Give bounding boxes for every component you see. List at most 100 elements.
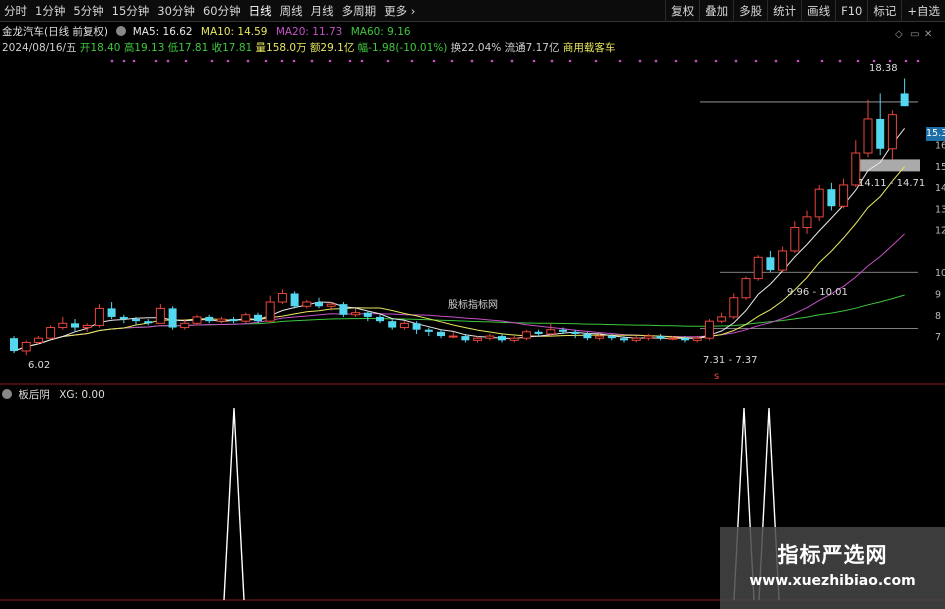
event-marker-dot: [774, 59, 778, 63]
indicator-value: XG: 0.00: [59, 389, 105, 401]
candle-body: [546, 329, 556, 335]
candle-body: [46, 327, 56, 339]
price-axis-label: 13: [935, 204, 945, 215]
candle-body: [448, 335, 458, 338]
event-marker-dot: [638, 59, 642, 63]
candle-body: [168, 308, 177, 328]
high-label: 18.38: [869, 63, 898, 74]
candle-body: [681, 338, 689, 341]
candle-body: [753, 256, 763, 280]
low-label: 6.02: [28, 360, 51, 371]
range-high-label: 14.11 - 14.71: [858, 178, 926, 189]
candle-body: [21, 341, 31, 352]
candle-body: [778, 250, 788, 271]
event-marker-dot: [694, 59, 698, 63]
candle-body: [388, 321, 397, 328]
signal-spike: [223, 407, 245, 601]
candle-body: [376, 316, 384, 322]
candle-body: [607, 336, 616, 339]
event-marker-dot: [734, 59, 738, 63]
candle-body: [229, 319, 238, 322]
candle-body: [887, 114, 897, 150]
event-marker-dot: [210, 59, 214, 63]
event-marker-dot: [490, 59, 494, 63]
candle-body: [704, 320, 714, 339]
candle-body: [643, 335, 653, 339]
event-marker-dot: [820, 59, 824, 63]
event-marker-dot: [856, 59, 860, 63]
event-marker-dot: [872, 59, 876, 63]
event-marker-dot: [916, 59, 920, 63]
candle-body: [656, 336, 665, 339]
event-marker-dot: [674, 59, 678, 63]
candle-body: [205, 316, 214, 322]
event-marker-dot: [122, 59, 126, 63]
event-marker-dot: [154, 59, 158, 63]
candle-body: [265, 301, 275, 322]
event-marker-dot: [166, 59, 170, 63]
candle-body: [766, 257, 775, 271]
candle-body: [717, 316, 727, 322]
candle-body: [876, 118, 885, 149]
candle-body: [498, 336, 506, 341]
candle-body: [559, 329, 567, 332]
price-axis-label: 10: [935, 268, 945, 279]
candle-body: [290, 293, 299, 307]
event-marker-dot: [754, 59, 758, 63]
event-marker-dot: [264, 59, 268, 63]
event-marker-dot: [184, 59, 188, 63]
candle-body: [412, 323, 421, 330]
candle-body: [326, 303, 336, 307]
event-marker-dot: [280, 59, 284, 63]
candle-body: [595, 335, 605, 339]
indicator-title: 板后阴 XG: 0.00: [2, 388, 105, 402]
candle-body: [583, 333, 592, 339]
event-marker-dot: [568, 59, 572, 63]
candle-body: [277, 293, 287, 303]
event-marker-dot: [532, 59, 536, 63]
candle-body: [509, 337, 519, 341]
event-marker-dot: [838, 59, 842, 63]
event-marker-dot: [246, 59, 250, 63]
candle-body: [741, 278, 751, 299]
event-marker-dot: [714, 59, 718, 63]
event-marker-dot: [888, 59, 892, 63]
event-marker-dot: [292, 59, 296, 63]
indicator-gear-icon[interactable]: [2, 389, 12, 399]
candle-body: [107, 308, 116, 317]
candle-body: [729, 297, 739, 318]
event-marker-dot: [226, 59, 230, 63]
watermark-url: www.xuezhibiao.com: [749, 573, 916, 589]
event-marker-dot: [132, 59, 136, 63]
current-price-tag: 15.3: [926, 127, 945, 141]
event-markers: [110, 59, 920, 63]
event-marker-dot: [360, 59, 364, 63]
candle-body: [571, 331, 580, 334]
signal-mark: s: [714, 371, 720, 382]
event-marker-dot: [310, 59, 314, 63]
candle-body: [802, 216, 812, 229]
candle-body: [144, 321, 153, 324]
event-marker-dot: [594, 59, 598, 63]
candle-body: [827, 189, 836, 207]
event-marker-dot: [470, 59, 474, 63]
price-axis-label: 9: [935, 290, 941, 301]
site-watermark: 指标严选网 www.xuezhibiao.com: [720, 527, 945, 609]
candle-body: [71, 323, 79, 328]
price-axis-label: 16: [935, 141, 945, 152]
event-marker-dot: [450, 59, 454, 63]
candle-body: [900, 93, 909, 107]
event-marker-dot: [904, 59, 908, 63]
event-marker-dot: [510, 59, 514, 63]
candle-body: [339, 304, 348, 315]
highlight-box: [858, 159, 920, 172]
price-axis-label: 7: [935, 332, 941, 343]
candlesticks: [10, 78, 909, 356]
candle-body: [216, 318, 226, 322]
candle-body: [180, 322, 190, 329]
candle-body: [521, 331, 531, 339]
price-axis: 16 15 14 13 12 10 9 8 7: [935, 141, 945, 344]
candle-body: [863, 118, 873, 154]
candle-body: [155, 307, 165, 324]
candle-body: [132, 319, 140, 322]
